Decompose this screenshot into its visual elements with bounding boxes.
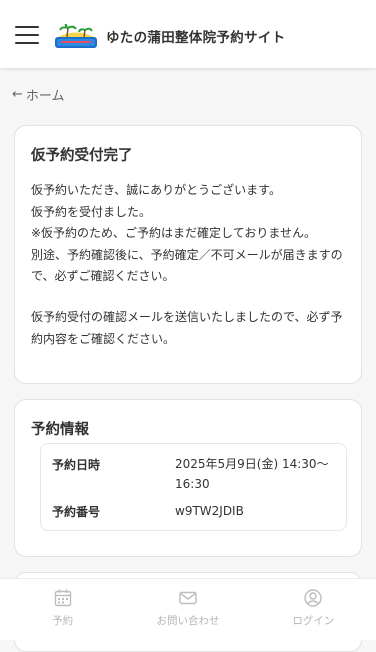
message-line: ※仮予約のため、ご予約はまだ確定しておりません。 — [31, 226, 316, 240]
completion-title: 仮予約受付完了 — [31, 148, 133, 164]
mail-icon — [179, 591, 197, 605]
reservation-info-title: 予約情報 — [31, 422, 89, 438]
message-line: 仮予約を受付ました。 — [31, 204, 152, 219]
email-notice: 仮予約受付の確認メールを送信いたしましたので、必ず予約内容をご確認ください。 — [31, 307, 353, 350]
nav-item-login[interactable]: ログイン — [251, 579, 376, 640]
app-header: ゆたの蒲田整体院予約サイト — [0, 0, 376, 68]
user-icon — [304, 589, 323, 607]
nav-item-contact[interactable]: お問い合わせ — [125, 579, 250, 640]
reservation-details: 予約日時 2025年5月9日(金) 14:30〜16:30 予約番号 w9TW2… — [40, 443, 347, 531]
reservation-number-label: 予約番号 — [52, 505, 101, 519]
site-title: ゆたの蒲田整体院予約サイト — [106, 30, 286, 46]
breadcrumb-home-link[interactable]: ← ホーム — [12, 85, 65, 104]
nav-label-login: ログイン — [292, 615, 335, 627]
completion-card: 仮予約受付完了 仮予約いただき、誠にありがとうございます。 仮予約を受付ました。… — [14, 125, 362, 384]
message-line: 仮予約いただき、誠にありがとうございます。 — [31, 183, 281, 197]
breadcrumb-home-label: ホーム — [25, 89, 65, 104]
message-line: 別途、予約確認後に、予約確定／不可メールが届きますので、必ずご確認ください。 — [31, 247, 343, 284]
reservation-info-card: 予約情報 予約日時 2025年5月9日(金) 14:30〜16:30 予約番号 … — [14, 399, 362, 557]
palm-tree-logo[interactable] — [55, 24, 97, 48]
datetime-label: 予約日時 — [52, 458, 101, 472]
completion-message: 仮予約いただき、誠にありがとうございます。 仮予約を受付ました。 ※仮予約のため… — [31, 180, 353, 288]
hamburger-menu-icon[interactable] — [15, 26, 39, 44]
reservation-number-value: w9TW2JDIB — [175, 504, 244, 518]
nav-item-reservation[interactable]: 予約 — [0, 579, 125, 640]
datetime-value: 2025年5月9日(金) 14:30〜16:30 — [175, 457, 329, 491]
message-line: 仮予約受付の確認メールを送信いたしましたので、必ず予約内容をご確認ください。 — [31, 310, 343, 346]
bottom-navigation: 予約 お問い合わせ ログイン — [0, 578, 376, 640]
back-arrow-icon: ← — [12, 87, 23, 102]
calendar-icon — [54, 589, 71, 607]
nav-label-contact: お問い合わせ — [156, 615, 220, 627]
nav-label-reservation: 予約 — [52, 615, 74, 627]
